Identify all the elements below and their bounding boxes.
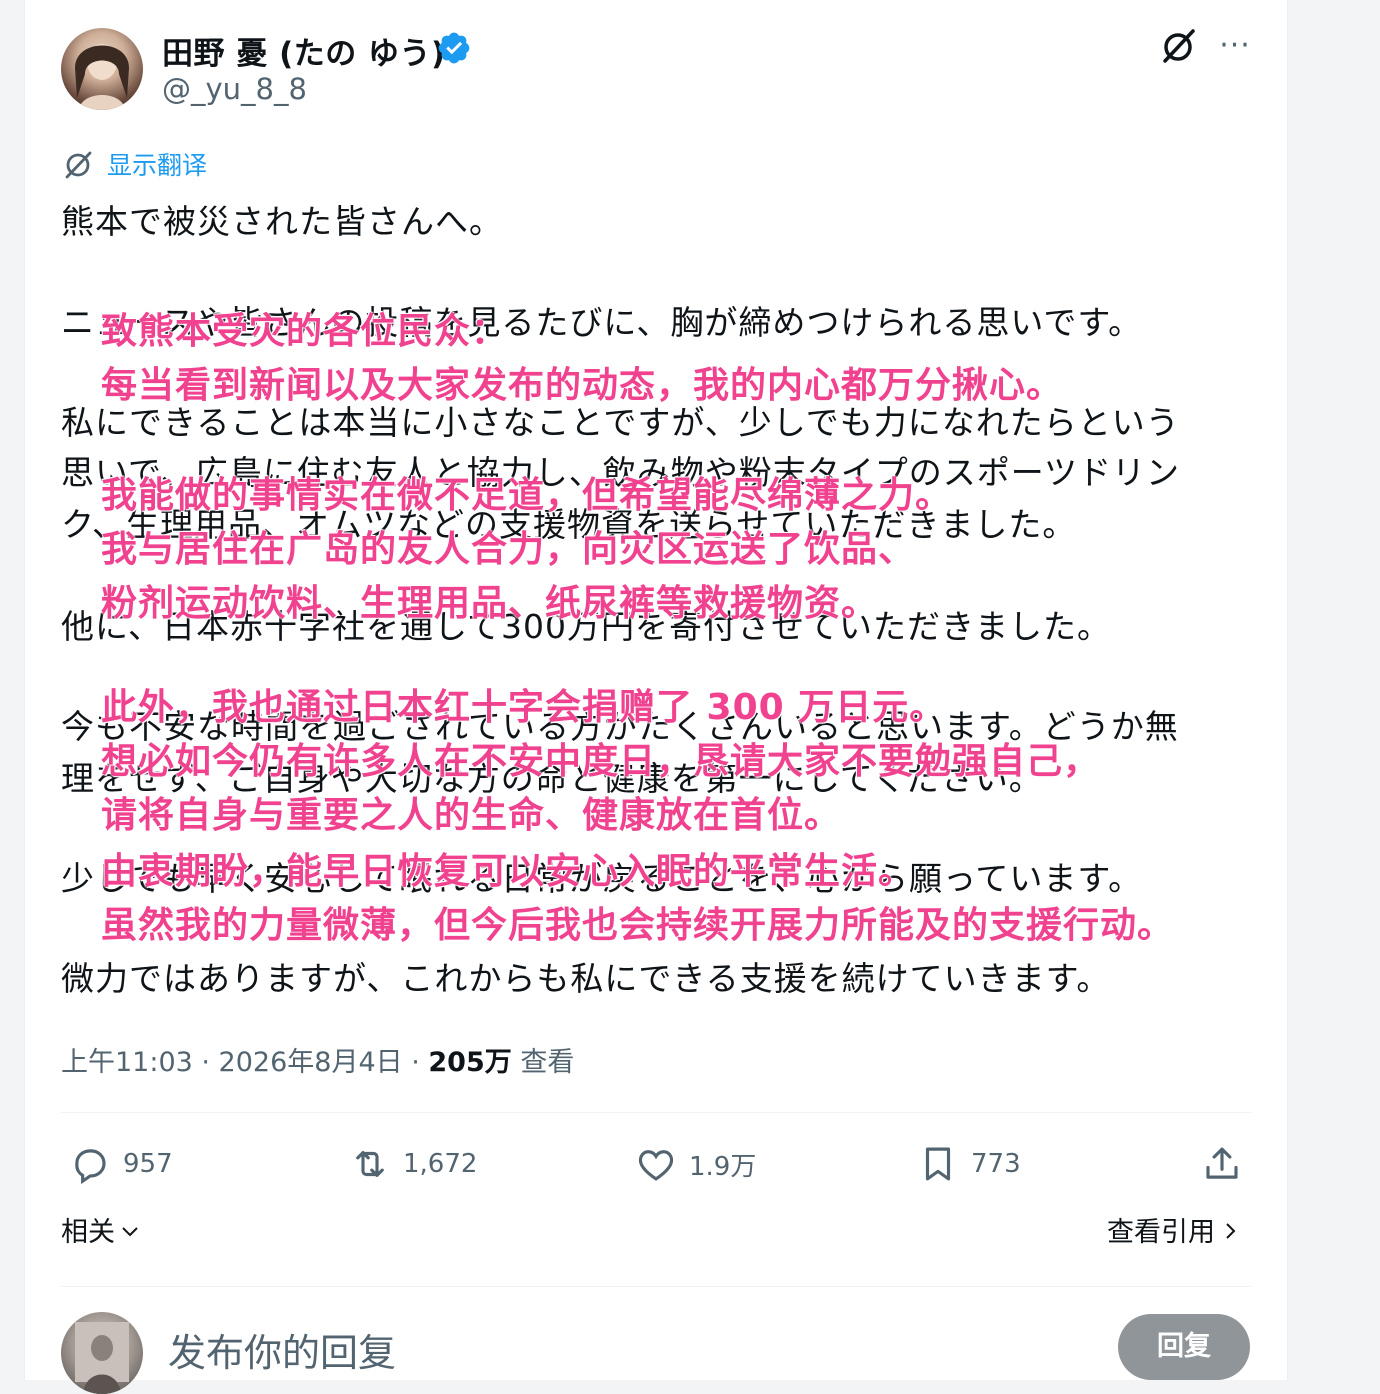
- view-quotes-link[interactable]: 查看引用: [1107, 1210, 1241, 1249]
- translation-overlay-line: 粉剂运动饮料、生理用品、纸尿裤等救援物资。: [101, 583, 879, 624]
- chevron-right-icon: [1221, 1218, 1241, 1249]
- translation-overlay-line: 此外，我也通过日本红十字会捐赠了 300 万日元。: [101, 687, 947, 728]
- tweet-meta: 上午11:03 · 2026年8月4日 · 205万 查看: [61, 1040, 574, 1079]
- tweet-text-line: 微力ではありますが、これからも私にできる支援を続けていきます。: [61, 959, 1111, 998]
- translation-overlay-line: 虽然我的力量微薄，但今后我也会持续开展力所能及的支援行动。: [101, 905, 1175, 946]
- repost-count: 1,672: [403, 1149, 478, 1179]
- translation-overlay-line: 我能做的事情实在微不足道，但希望能尽绵薄之力。: [101, 475, 953, 516]
- tweet-text-line: 熊本で被災された皆さんへ。: [61, 202, 503, 241]
- views-count[interactable]: 205万: [428, 1047, 511, 1078]
- like-icon: [638, 1150, 674, 1181]
- bookmark-action[interactable]: 773: [917, 1140, 1021, 1188]
- reply-input[interactable]: 发布你的回复: [168, 1322, 396, 1377]
- divider: [61, 1286, 1251, 1287]
- more-icon[interactable]: ···: [1217, 30, 1253, 62]
- like-count: 1.9万: [689, 1151, 757, 1182]
- translation-overlay-line: 每当看到新闻以及大家发布的动态，我的内心都万分揪心。: [101, 365, 1064, 406]
- share-icon: [1206, 1147, 1238, 1179]
- views-label: 查看: [511, 1047, 575, 1078]
- bookmark-icon: [925, 1147, 951, 1181]
- reply-action[interactable]: 957: [69, 1140, 173, 1188]
- reply-icon: [75, 1149, 106, 1185]
- divider: [61, 1112, 1251, 1113]
- grok-icon[interactable]: [1159, 26, 1199, 66]
- author-display-name[interactable]: 田野 憂 (たの ゆう): [162, 28, 446, 73]
- reply-count: 957: [123, 1149, 173, 1179]
- show-translation-label: 显示翻译: [107, 151, 208, 180]
- translation-overlay-line: 我与居住在广岛的友人合力，向灾区运送了饮品、: [101, 529, 916, 570]
- bookmark-count: 773: [971, 1149, 1021, 1179]
- related-label: 相关: [61, 1217, 115, 1248]
- repost-icon: [356, 1151, 384, 1177]
- tweet-timestamp[interactable]: 上午11:03 · 2026年8月4日 ·: [61, 1047, 428, 1078]
- reply-button[interactable]: 回复: [1118, 1314, 1250, 1380]
- view-quotes-label: 查看引用: [1107, 1217, 1215, 1248]
- translation-overlay-line: 请将自身与重要之人的生命、健康放在首位。: [101, 795, 842, 836]
- author-avatar[interactable]: [61, 28, 143, 110]
- show-translation-link[interactable]: 显示翻译: [63, 146, 207, 182]
- share-action[interactable]: [1201, 1140, 1255, 1188]
- verified-icon: [438, 32, 470, 64]
- repost-action[interactable]: 1,672: [349, 1140, 477, 1188]
- author-handle[interactable]: @_yu_8_8: [162, 72, 307, 106]
- translation-overlay-line: 由衷期盼，能早日恢复可以安心入眠的平常生活。: [101, 851, 916, 892]
- like-action[interactable]: 1.9万: [635, 1140, 756, 1188]
- current-user-avatar: [61, 1312, 143, 1394]
- translation-overlay-line: 致熊本受灾的各位民众：: [101, 311, 509, 352]
- related-toggle[interactable]: 相关: [61, 1210, 141, 1249]
- tweet-card: 田野 憂 (たの ゆう) @_yu_8_8 ··· 显示翻译 熊本で被災された皆…: [24, 0, 1288, 1394]
- chevron-down-icon: [119, 1218, 141, 1249]
- translation-overlay-line: 想必如今仍有许多人在不安中度日，恳请大家不要勉强自己，: [101, 741, 1101, 782]
- translate-icon: [65, 151, 92, 179]
